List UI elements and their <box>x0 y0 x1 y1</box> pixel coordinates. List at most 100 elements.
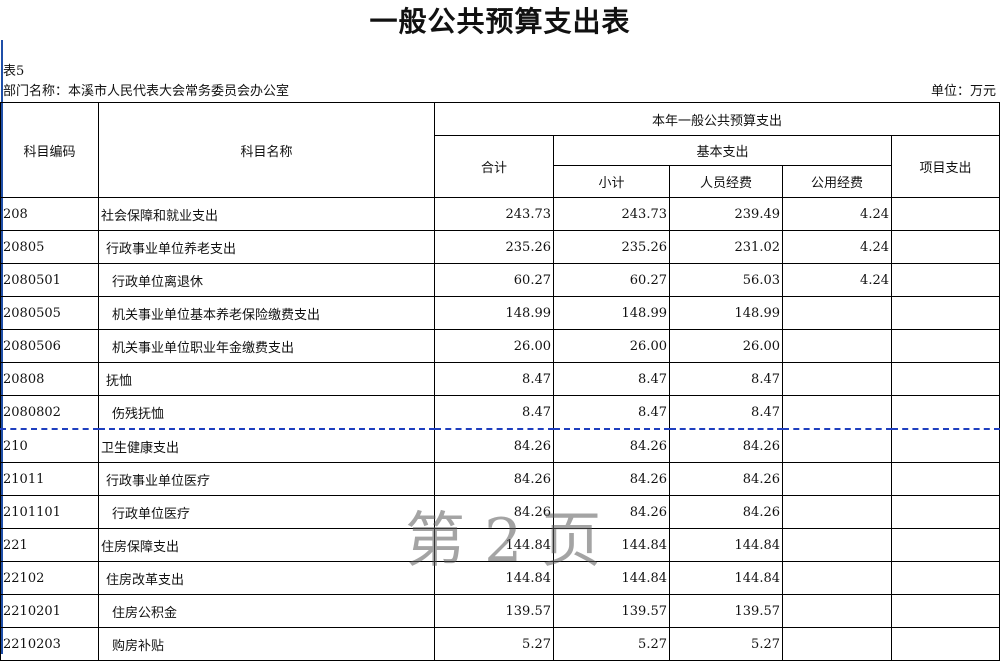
cell-public <box>782 561 892 595</box>
cell-project <box>890 462 1000 496</box>
table-row: 2210201 住房公积金 139.57 139.57 139.57 <box>0 594 1000 628</box>
cell-total: 84.26 <box>434 428 554 463</box>
cell-code: 2080802 <box>0 395 99 430</box>
cell-project <box>890 296 1000 330</box>
cell-personnel: 144.84 <box>669 528 783 562</box>
cell-total: 8.47 <box>434 362 554 396</box>
cell-public <box>782 395 892 430</box>
cell-subtotal: 243.73 <box>553 197 670 231</box>
cell-name: 行政单位医疗 <box>98 495 435 529</box>
cell-personnel: 84.26 <box>669 428 783 463</box>
table-row: 20808 抚恤 8.47 8.47 8.47 <box>0 362 1000 396</box>
cell-personnel: 84.26 <box>669 462 783 496</box>
cell-subtotal: 8.47 <box>553 362 670 396</box>
department-name: 部门名称：本溪市人民代表大会常务委员会办公室 <box>3 84 290 99</box>
cell-name: 抚恤 <box>98 362 435 396</box>
cell-public <box>782 462 892 496</box>
cell-name: 行政事业单位养老支出 <box>98 230 435 264</box>
cell-code: 21011 <box>0 462 99 496</box>
table-row: 208 社会保障和就业支出 243.73 243.73 239.49 4.24 <box>0 197 1000 231</box>
cell-personnel: 144.84 <box>669 561 783 595</box>
cell-public <box>782 296 892 330</box>
cell-total: 144.84 <box>434 528 554 562</box>
cell-name: 机关事业单位基本养老保险缴费支出 <box>98 296 435 330</box>
cell-subtotal: 144.84 <box>553 528 670 562</box>
cell-total: 243.73 <box>434 197 554 231</box>
unit-label: 单位：万元 <box>930 84 996 99</box>
table-row: 20805 行政事业单位养老支出 235.26 235.26 231.02 4.24 <box>0 230 1000 264</box>
table-row: 22102 住房改革支出 144.84 144.84 144.84 <box>0 561 1000 595</box>
cell-name: 购房补贴 <box>98 627 435 661</box>
cell-public <box>782 428 892 463</box>
cell-subtotal: 235.26 <box>553 230 670 264</box>
cell-subtotal: 60.27 <box>553 263 670 297</box>
cell-code: 22102 <box>0 561 99 595</box>
cell-personnel: 84.26 <box>669 495 783 529</box>
cell-personnel: 5.27 <box>669 627 783 661</box>
cell-project <box>890 428 1000 463</box>
cell-personnel: 148.99 <box>669 296 783 330</box>
cell-public <box>782 495 892 529</box>
cell-total: 8.47 <box>434 395 554 430</box>
cell-name: 行政事业单位医疗 <box>98 462 435 496</box>
header-subtotal: 小计 <box>553 165 670 198</box>
header-total: 合计 <box>434 135 554 198</box>
cell-personnel: 56.03 <box>669 263 783 297</box>
cell-public: 4.24 <box>782 230 892 264</box>
cell-project <box>890 230 1000 264</box>
table-row: 2210203 购房补贴 5.27 5.27 5.27 <box>0 627 1000 661</box>
cell-project <box>890 561 1000 595</box>
header-code: 科目编码 <box>0 102 99 198</box>
cell-public: 4.24 <box>782 263 892 297</box>
cell-public <box>782 528 892 562</box>
cell-subtotal: 84.26 <box>553 495 670 529</box>
page-title: 一般公共预算支出表 <box>369 5 631 38</box>
cell-code: 2101101 <box>0 495 99 529</box>
cell-code: 2210203 <box>0 627 99 661</box>
table-row: 2080506 机关事业单位职业年金缴费支出 26.00 26.00 26.00 <box>0 329 1000 363</box>
table-row: 2080505 机关事业单位基本养老保险缴费支出 148.99 148.99 148.9… <box>0 296 1000 330</box>
cell-personnel: 8.47 <box>669 362 783 396</box>
cell-public <box>782 627 892 661</box>
header-public: 公用经费 <box>782 165 892 198</box>
cell-subtotal: 26.00 <box>553 329 670 363</box>
cell-public <box>782 362 892 396</box>
table-row: 221 住房保障支出 144.84 144.84 144.84 <box>0 528 1000 562</box>
cell-code: 2080501 <box>0 263 99 297</box>
cell-personnel: 8.47 <box>669 395 783 430</box>
table-body: 208 社会保障和就业支出 243.73 243.73 239.49 4.24 20805 行… <box>0 197 1000 661</box>
cell-project <box>890 594 1000 628</box>
cell-project <box>890 362 1000 396</box>
cell-code: 2080505 <box>0 296 99 330</box>
cell-name: 卫生健康支出 <box>98 428 435 463</box>
cell-total: 144.84 <box>434 561 554 595</box>
cell-project <box>890 263 1000 297</box>
cell-total: 139.57 <box>434 594 554 628</box>
cell-name: 住房保障支出 <box>98 528 435 562</box>
table-row: 2080802 伤残抚恤 8.47 8.47 8.47 <box>0 395 1000 430</box>
cell-name: 伤残抚恤 <box>98 395 435 430</box>
cell-subtotal: 84.26 <box>553 428 670 463</box>
cell-personnel: 239.49 <box>669 197 783 231</box>
cell-code: 210 <box>0 428 99 463</box>
cell-personnel: 231.02 <box>669 230 783 264</box>
header-basic: 基本支出 <box>553 135 892 166</box>
cell-name: 住房改革支出 <box>98 561 435 595</box>
cell-project <box>890 197 1000 231</box>
table-number: 表5 <box>3 64 25 79</box>
cell-total: 148.99 <box>434 296 554 330</box>
cell-subtotal: 139.57 <box>553 594 670 628</box>
cell-code: 20808 <box>0 362 99 396</box>
cell-total: 235.26 <box>434 230 554 264</box>
cell-project <box>890 329 1000 363</box>
cell-public <box>782 329 892 363</box>
cell-code: 221 <box>0 528 99 562</box>
header-personnel: 人员经费 <box>669 165 783 198</box>
table-row: 210 卫生健康支出 84.26 84.26 84.26 <box>0 428 1000 463</box>
cell-project <box>890 627 1000 661</box>
table-row: 2101101 行政单位医疗 84.26 84.26 84.26 <box>0 495 1000 529</box>
cell-project <box>890 528 1000 562</box>
cell-project <box>890 395 1000 430</box>
cell-personnel: 139.57 <box>669 594 783 628</box>
cell-personnel: 26.00 <box>669 329 783 363</box>
